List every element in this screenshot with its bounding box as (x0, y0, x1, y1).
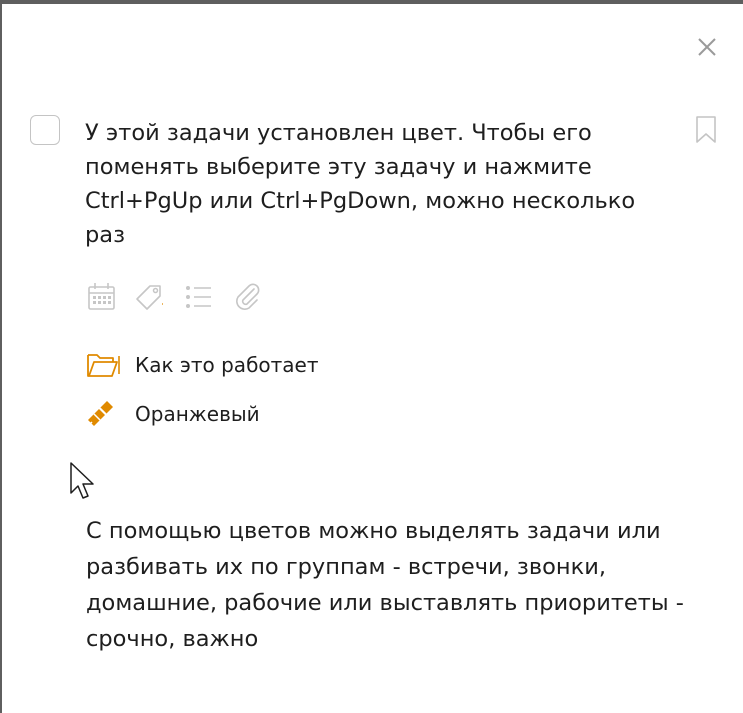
color-row[interactable]: Оранжевый (86, 399, 260, 429)
paint-brush-icon (86, 399, 120, 429)
tag-icon (136, 285, 163, 310)
paperclip-icon (236, 283, 260, 310)
task-note[interactable]: С помощью цветов можно выделять задачи и… (86, 513, 726, 657)
mouse-cursor-icon (68, 461, 98, 503)
task-details-panel: У этой задачи установлен цвет. Чтобы его… (0, 0, 743, 713)
bookmark-button[interactable] (694, 115, 718, 145)
color-label: Оранжевый (135, 402, 260, 426)
checklist-button[interactable] (184, 280, 216, 314)
project-label: Как это работает (135, 353, 319, 377)
checklist-icon (186, 286, 211, 308)
bookmark-icon (696, 116, 716, 143)
close-icon (698, 38, 716, 56)
attachment-button[interactable] (232, 280, 264, 314)
task-title[interactable]: У этой задачи установлен цвет. Чтобы его… (85, 116, 675, 252)
tag-button[interactable] (133, 280, 165, 314)
calendar-icon (88, 283, 115, 310)
due-date-button[interactable] (86, 280, 118, 314)
folder-icon (86, 350, 120, 380)
task-complete-checkbox[interactable] (30, 115, 60, 145)
close-button[interactable] (694, 34, 720, 60)
project-row[interactable]: Как это работает (86, 350, 319, 380)
